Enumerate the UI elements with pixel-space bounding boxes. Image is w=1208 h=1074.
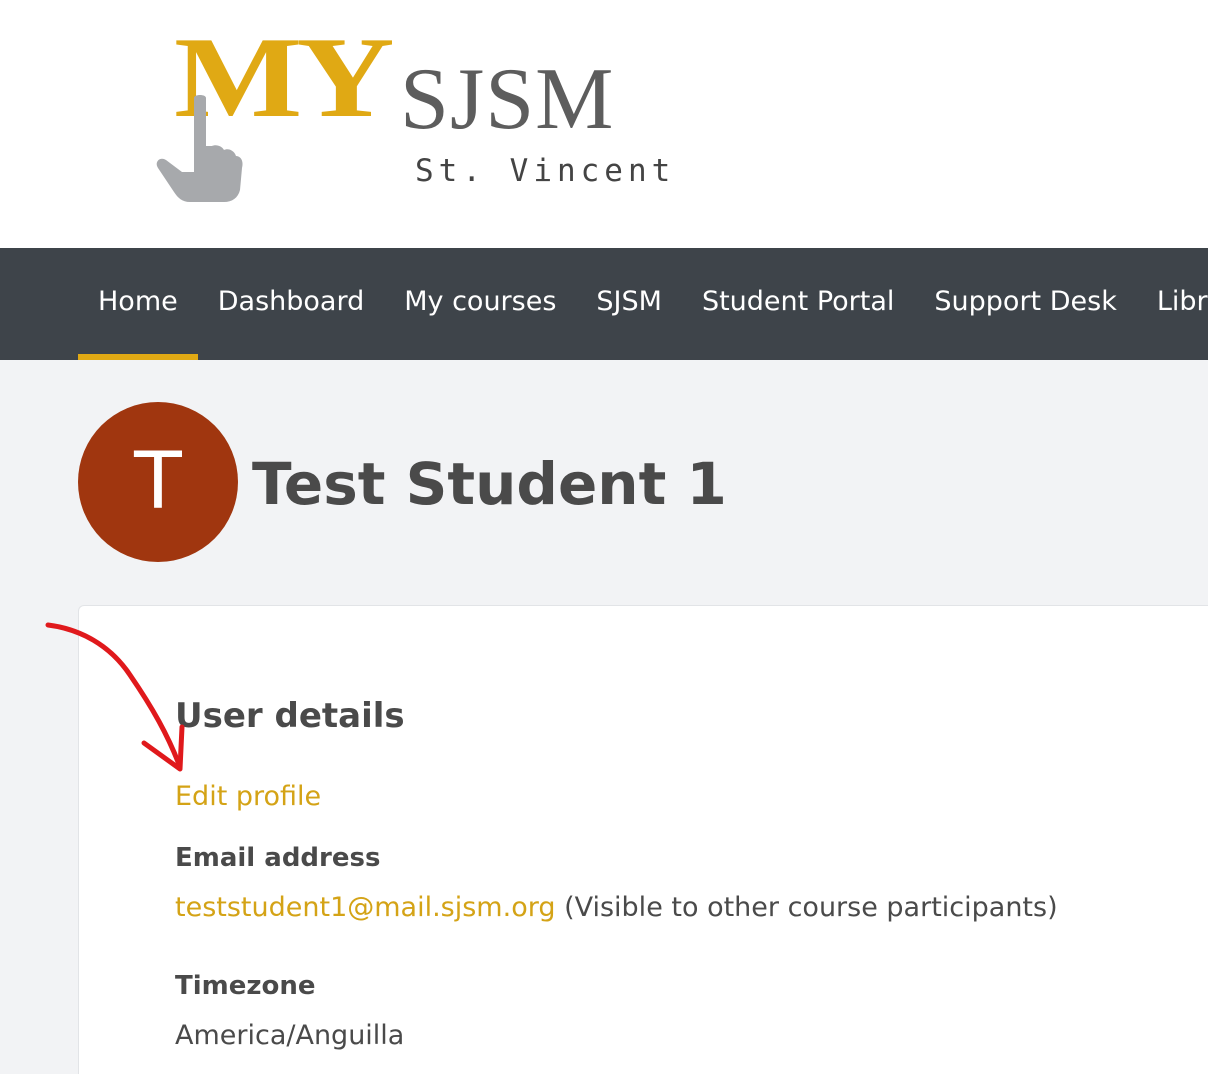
email-link[interactable]: teststudent1@mail.sjsm.org: [175, 892, 555, 923]
nav-item-home[interactable]: Home: [78, 248, 198, 360]
logo-subtitle: St. Vincent: [415, 153, 676, 189]
avatar: T: [78, 402, 238, 562]
page-title: Test Student 1: [252, 450, 727, 518]
nav-item-sjsm[interactable]: SJSM: [576, 248, 682, 360]
email-row: teststudent1@mail.sjsm.org (Visible to o…: [175, 890, 1058, 926]
user-details-card: User details Edit profile Email address …: [78, 605, 1208, 1074]
logo-sjsm-text: SJSM: [400, 51, 615, 148]
nav-item-support-desk[interactable]: Support Desk: [914, 248, 1136, 360]
nav-item-my-courses[interactable]: My courses: [384, 248, 576, 360]
email-label: Email address: [175, 843, 381, 873]
nav-item-dashboard[interactable]: Dashboard: [198, 248, 384, 360]
user-details-heading: User details: [175, 696, 405, 736]
pointing-hand-icon: [156, 95, 243, 202]
nav-item-library[interactable]: Library: [1137, 248, 1208, 360]
site-logo[interactable]: MY SJSM St. Vincent: [150, 20, 710, 220]
site-header: MY SJSM St. Vincent: [0, 0, 1208, 248]
nav-item-student-portal[interactable]: Student Portal: [682, 248, 914, 360]
email-visibility-note: (Visible to other course participants): [555, 892, 1058, 923]
main-navigation: Home Dashboard My courses SJSM Student P…: [0, 248, 1208, 360]
timezone-value: America/Anguilla: [175, 1020, 405, 1051]
nav-list: Home Dashboard My courses SJSM Student P…: [78, 248, 1208, 360]
annotation-arrow-icon: [45, 622, 185, 772]
timezone-label: Timezone: [175, 971, 316, 1001]
